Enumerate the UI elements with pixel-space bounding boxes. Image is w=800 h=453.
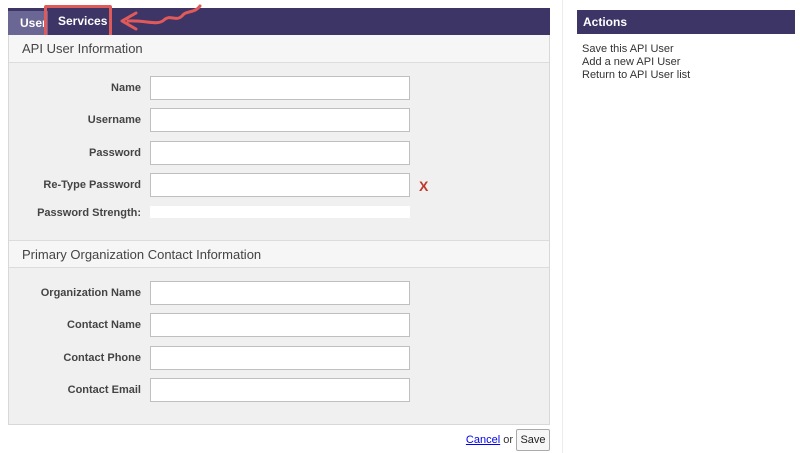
retype-password-label: Re-Type Password	[43, 179, 141, 191]
username-field[interactable]	[150, 108, 410, 132]
form-footer: Cancel or Save	[8, 429, 550, 451]
list-item: Add a new API User	[582, 56, 690, 69]
org-name-label: Organization Name	[40, 287, 141, 299]
sidebar: Actions Save this API User Add a new API…	[562, 0, 800, 453]
tab-user-label: User	[20, 16, 47, 30]
org-name-field[interactable]	[150, 281, 410, 305]
list-item: Save this API User	[582, 43, 690, 56]
row-password-strength: Password Strength:	[9, 201, 549, 225]
actions-list: Save this API User Add a new API User Re…	[582, 43, 690, 82]
annotation-arrow-icon	[120, 4, 202, 31]
cancel-row: Cancel or	[466, 429, 513, 451]
password-strength-label: Password Strength:	[37, 207, 141, 219]
contact-email-field[interactable]	[150, 378, 410, 402]
row-password: Password	[9, 141, 549, 165]
username-label: Username	[87, 114, 141, 126]
retype-password-field[interactable]	[150, 173, 410, 197]
contact-phone-field[interactable]	[150, 346, 410, 370]
contact-email-label: Contact Email	[67, 384, 141, 396]
contact-phone-label: Contact Phone	[63, 352, 141, 364]
save-api-user-link[interactable]: Save this API User	[582, 43, 674, 55]
row-contact-phone: Contact Phone	[9, 346, 549, 370]
list-item: Return to API User list	[582, 69, 690, 82]
services-tab-highlight	[44, 5, 112, 38]
row-name: Name	[9, 76, 549, 100]
section-title-primary-contact: Primary Organization Contact Information	[9, 240, 549, 268]
row-username: Username	[9, 108, 549, 132]
save-button[interactable]: Save	[516, 429, 550, 451]
add-api-user-link[interactable]: Add a new API User	[582, 56, 680, 68]
name-field[interactable]	[150, 76, 410, 100]
return-api-user-list-link[interactable]: Return to API User list	[582, 69, 690, 81]
row-retype-password: Re-Type Password X	[9, 173, 549, 197]
row-contact-name: Contact Name	[9, 313, 549, 337]
cancel-link[interactable]: Cancel	[466, 434, 500, 446]
form-panel: API User Information Name Username Passw…	[8, 35, 550, 425]
section-title-api-user: API User Information	[9, 35, 549, 63]
password-strength-meter	[150, 206, 410, 218]
contact-name-label: Contact Name	[67, 319, 141, 331]
password-field[interactable]	[150, 141, 410, 165]
row-contact-email: Contact Email	[9, 378, 549, 402]
row-org-name: Organization Name	[9, 281, 549, 305]
password-label: Password	[89, 147, 141, 159]
contact-name-field[interactable]	[150, 313, 410, 337]
or-text: or	[503, 434, 513, 446]
tab-user[interactable]: User	[8, 11, 48, 35]
name-label: Name	[111, 82, 141, 94]
actions-header: Actions	[577, 10, 795, 34]
password-mismatch-icon: X	[419, 178, 429, 194]
